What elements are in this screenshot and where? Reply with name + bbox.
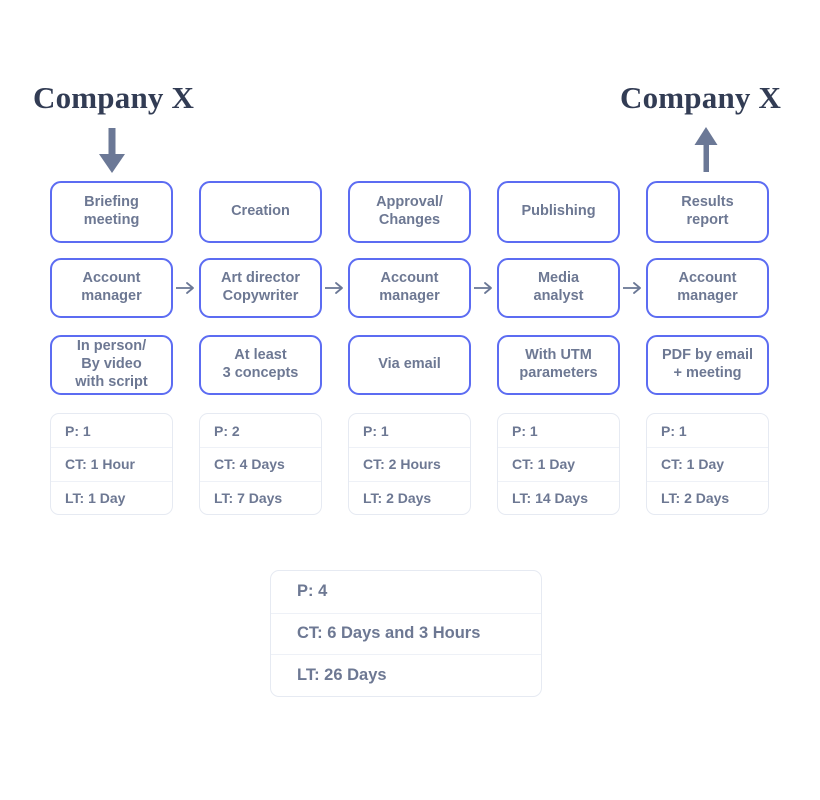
arrow-down-icon: [95, 128, 129, 174]
role-box-4[interactable]: Media analyst: [497, 258, 620, 318]
detail-box-2[interactable]: At least 3 concepts: [199, 335, 322, 395]
metric-row: LT: 7 Days: [200, 480, 321, 514]
metric-row: LT: 1 Day: [51, 480, 172, 514]
metric-row: CT: 1 Day: [647, 447, 768, 480]
detail-box-1[interactable]: In person/ By video with script: [50, 335, 173, 395]
value-stream-map: Company X Company X Briefing meeting Acco…: [0, 0, 820, 800]
metric-row: P: 1: [512, 422, 538, 439]
detail-box-5[interactable]: PDF by email + meeting: [646, 335, 769, 395]
role-box-3[interactable]: Account manager: [348, 258, 471, 318]
metric-row: CT: 4 Days: [200, 447, 321, 480]
role-box-2[interactable]: Art director Copywriter: [199, 258, 322, 318]
summary-metric-row: CT: 6 Days and 3 Hours: [271, 612, 541, 655]
metric-row: CT: 1 Hour: [51, 447, 172, 480]
summary-metric-card: P: 4 CT: 6 Days and 3 Hours LT: 26 Days: [270, 570, 542, 697]
process-step-box-4[interactable]: Publishing: [497, 181, 620, 243]
metric-row: P: 1: [661, 422, 687, 439]
metric-card-2: P: 2 CT: 4 Days LT: 7 Days: [199, 413, 322, 515]
arrow-right-icon: [324, 280, 346, 296]
metric-card-5: P: 1 CT: 1 Day LT: 2 Days: [646, 413, 769, 515]
metric-row: LT: 2 Days: [647, 480, 768, 514]
metric-card-4: P: 1 CT: 1 Day LT: 14 Days: [497, 413, 620, 515]
detail-box-4[interactable]: With UTM parameters: [497, 335, 620, 395]
role-box-5[interactable]: Account manager: [646, 258, 769, 318]
metric-row: LT: 14 Days: [498, 480, 619, 514]
arrow-right-icon: [175, 280, 197, 296]
detail-box-3[interactable]: Via email: [348, 335, 471, 395]
summary-metric-row: P: 4: [297, 582, 328, 601]
arrow-up-icon: [689, 126, 723, 172]
process-step-box-1[interactable]: Briefing meeting: [50, 181, 173, 243]
process-step-box-2[interactable]: Creation: [199, 181, 322, 243]
process-step-box-3[interactable]: Approval/ Changes: [348, 181, 471, 243]
company-title-right: Company X: [620, 80, 782, 115]
metric-row: CT: 1 Day: [498, 447, 619, 480]
metric-row: CT: 2 Hours: [349, 447, 470, 480]
metric-card-1: P: 1 CT: 1 Hour LT: 1 Day: [50, 413, 173, 515]
metric-row: P: 1: [363, 422, 389, 439]
metric-row: P: 1: [65, 422, 91, 439]
arrow-right-icon: [473, 280, 495, 296]
metric-row: LT: 2 Days: [349, 480, 470, 514]
metric-card-3: P: 1 CT: 2 Hours LT: 2 Days: [348, 413, 471, 515]
metric-row: P: 2: [214, 422, 240, 439]
process-step-box-5[interactable]: Results report: [646, 181, 769, 243]
role-box-1[interactable]: Account manager: [50, 258, 173, 318]
arrow-right-icon: [622, 280, 644, 296]
company-title-left: Company X: [33, 80, 195, 115]
summary-metric-row: LT: 26 Days: [271, 654, 541, 696]
